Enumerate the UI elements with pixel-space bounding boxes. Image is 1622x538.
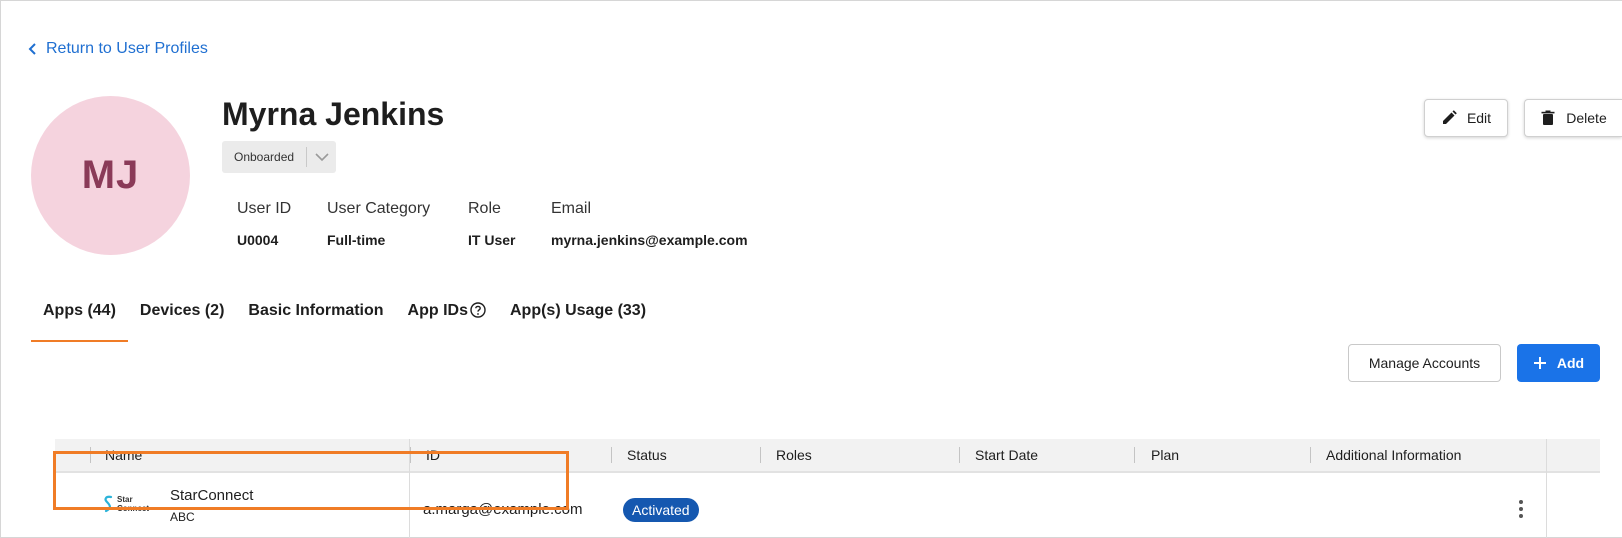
chevron-down-icon[interactable]	[307, 152, 336, 162]
tab-label: Apps (44)	[43, 302, 116, 319]
table-header: Name ID Status Roles Start Date Plan Add…	[55, 439, 1600, 471]
starconnect-logo: Star Connect	[103, 495, 149, 513]
pencil-icon	[1442, 110, 1457, 124]
tab-app-usage[interactable]: App(s) Usage (33)	[498, 290, 658, 338]
header-separator	[1310, 447, 1311, 463]
app-account-id: a.marga@example.com	[423, 501, 583, 518]
header-separator	[611, 447, 612, 463]
info-user-id: User ID U0004	[237, 200, 291, 248]
delete-button[interactable]: Delete	[1524, 99, 1622, 137]
tab-label: Basic Information	[248, 302, 384, 319]
chevron-left-icon	[28, 43, 36, 55]
info-label: User Category	[327, 200, 431, 217]
app-subtitle: ABC	[170, 510, 195, 524]
info-label: Email	[551, 200, 592, 217]
app-name: StarConnect	[170, 487, 254, 504]
avatar-initials: MJ	[81, 153, 140, 197]
info-label: Role	[468, 200, 501, 217]
info-value: IT User	[468, 232, 516, 248]
profile-tabs: Apps (44) Devices (2) Basic Information …	[31, 290, 658, 342]
info-role: Role IT User	[468, 200, 515, 248]
delete-button-label: Delete	[1566, 110, 1607, 126]
trash-icon	[1541, 110, 1555, 125]
help-circle-icon[interactable]	[470, 302, 486, 318]
plus-icon	[1533, 357, 1546, 369]
column-header-name[interactable]: Name	[105, 439, 142, 471]
status-dropdown-value: Onboarded	[234, 150, 295, 164]
header-separator	[410, 447, 411, 463]
status-dropdown[interactable]: Onboarded	[222, 141, 336, 173]
avatar: MJ	[31, 96, 190, 255]
back-link-label: Return to User Profiles	[46, 40, 208, 57]
manage-accounts-label: Manage Accounts	[1368, 355, 1481, 371]
column-header-roles[interactable]: Roles	[776, 439, 812, 471]
table-row[interactable]: Star Connect StarConnect ABC a.marga@exa…	[55, 473, 1600, 538]
info-label: User ID	[237, 200, 292, 217]
info-value: myrna.jenkins@example.com	[551, 232, 748, 248]
column-header-start-date[interactable]: Start Date	[975, 439, 1038, 471]
edit-button[interactable]: Edit	[1424, 99, 1508, 137]
info-value: Full-time	[327, 232, 386, 248]
header-separator	[1134, 447, 1135, 463]
add-button-label: Add	[1556, 355, 1585, 371]
column-header-id[interactable]: ID	[426, 439, 440, 471]
status-badge: Activated	[623, 498, 699, 522]
add-button[interactable]: Add	[1517, 344, 1600, 382]
manage-accounts-button[interactable]: Manage Accounts	[1348, 344, 1501, 382]
header-separator	[90, 447, 91, 463]
tab-label: App IDs	[407, 302, 468, 319]
column-header-plan[interactable]: Plan	[1151, 439, 1179, 471]
tab-label: Devices (2)	[139, 302, 225, 319]
tab-label: App(s) Usage (33)	[510, 302, 647, 319]
column-header-status[interactable]: Status	[627, 439, 667, 471]
info-email: Email myrna.jenkins@example.com	[551, 200, 748, 248]
edit-button-label: Edit	[1466, 110, 1492, 126]
info-user-category: User Category Full-time	[327, 200, 430, 248]
more-options-icon[interactable]	[1511, 497, 1531, 521]
info-value: U0004	[237, 232, 279, 248]
header-separator	[760, 447, 761, 463]
apps-table: Name ID Status Roles Start Date Plan Add…	[55, 439, 1600, 538]
page-title: Myrna Jenkins	[222, 96, 445, 132]
tab-basic-information[interactable]: Basic Information	[236, 290, 395, 338]
return-to-user-profiles-link[interactable]: Return to User Profiles	[28, 40, 208, 58]
tab-apps[interactable]: Apps (44)	[31, 290, 128, 342]
column-header-additional-information[interactable]: Additional Information	[1326, 439, 1461, 471]
header-separator	[959, 447, 960, 463]
tab-devices[interactable]: Devices (2)	[128, 290, 237, 338]
tab-app-ids[interactable]: App IDs	[396, 290, 498, 338]
